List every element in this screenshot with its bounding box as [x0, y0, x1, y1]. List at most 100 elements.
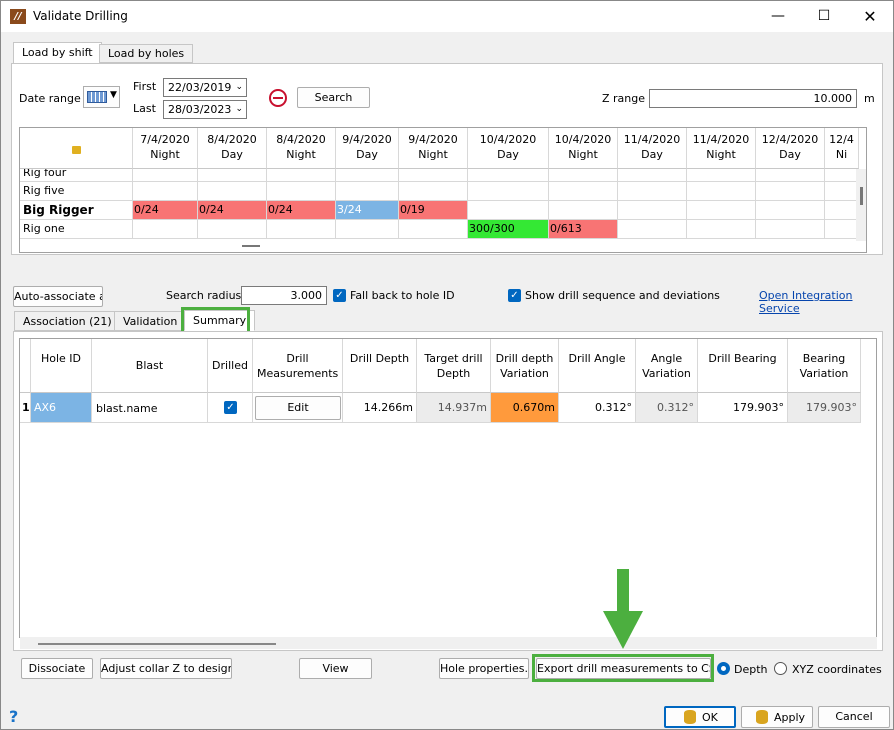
- search-button[interactable]: Search: [297, 87, 370, 108]
- tab-load-by-holes[interactable]: Load by holes: [99, 44, 194, 63]
- first-date-input[interactable]: 22/03/2019 ⌄: [163, 78, 247, 97]
- shift-cell[interactable]: 0/24: [267, 201, 336, 220]
- z-range-input[interactable]: 10.000: [649, 89, 857, 108]
- shift-column-header[interactable]: 9/4/2020 Day: [336, 128, 399, 169]
- summary-column-header[interactable]: Drill Measurements: [253, 339, 343, 393]
- shift-cell[interactable]: 0/613: [549, 220, 618, 239]
- shift-cell[interactable]: [336, 169, 399, 182]
- shift-cell[interactable]: [825, 220, 859, 239]
- summary-column-header[interactable]: Drill depth Variation: [491, 339, 559, 393]
- shift-cell[interactable]: [267, 182, 336, 201]
- help-icon[interactable]: ?: [9, 707, 18, 726]
- shift-cell[interactable]: [468, 169, 549, 182]
- shift-cell[interactable]: [198, 220, 267, 239]
- shift-cell[interactable]: [549, 201, 618, 220]
- shift-cell[interactable]: [399, 220, 468, 239]
- cancel-button[interactable]: Cancel: [818, 706, 890, 728]
- shift-cell[interactable]: 300/300: [468, 220, 549, 239]
- tab-association[interactable]: Association (21): [14, 311, 121, 331]
- shift-cell[interactable]: [267, 220, 336, 239]
- shift-cell[interactable]: [618, 169, 687, 182]
- summary-column-header[interactable]: Bearing Variation: [788, 339, 861, 393]
- shift-cell[interactable]: [687, 201, 756, 220]
- shift-column-header[interactable]: 12/4/2020 Day: [756, 128, 825, 169]
- show-sequence-checkbox[interactable]: ✓: [508, 289, 521, 302]
- shift-cell[interactable]: 3/24: [336, 201, 399, 220]
- shift-cell[interactable]: [198, 169, 267, 182]
- shift-cell[interactable]: [399, 182, 468, 201]
- tab-validation[interactable]: Validation: [114, 311, 187, 331]
- open-integration-link[interactable]: Open Integration Service: [759, 289, 893, 315]
- drilled-checkbox[interactable]: ✓: [224, 401, 237, 414]
- shift-column-header[interactable]: 7/4/2020 Night: [133, 128, 198, 169]
- summary-column-header[interactable]: Angle Variation: [636, 339, 698, 393]
- shift-cell[interactable]: 0/19: [399, 201, 468, 220]
- fallback-checkbox[interactable]: ✓: [333, 289, 346, 302]
- summary-column-header[interactable]: Drill Angle: [559, 339, 636, 393]
- maximize-icon[interactable]: ☐: [801, 1, 847, 32]
- search-radius-input[interactable]: 3.000: [241, 286, 327, 305]
- shift-cell[interactable]: [133, 182, 198, 201]
- shift-column-header[interactable]: 11/4/2020 Night: [687, 128, 756, 169]
- summary-column-header[interactable]: Target drill Depth: [417, 339, 491, 393]
- edit-button[interactable]: Edit: [255, 396, 341, 420]
- shift-cell[interactable]: [687, 169, 756, 182]
- summary-column-header[interactable]: Hole ID: [31, 339, 92, 393]
- summary-column-header[interactable]: Drill Bearing: [698, 339, 788, 393]
- shift-cell[interactable]: [198, 182, 267, 201]
- shift-cell[interactable]: [756, 169, 825, 182]
- hole-id-cell[interactable]: AX6: [31, 393, 92, 423]
- shift-column-header[interactable]: 11/4/2020 Day: [618, 128, 687, 169]
- shift-column-header[interactable]: 10/4/2020 Day: [468, 128, 549, 169]
- xyz-radio[interactable]: [774, 662, 787, 675]
- summary-column-header[interactable]: Drilled: [208, 339, 253, 393]
- ok-button[interactable]: OK: [664, 706, 736, 728]
- shift-cell[interactable]: [549, 182, 618, 201]
- shift-cell[interactable]: [549, 169, 618, 182]
- adjust-collar-button[interactable]: Adjust collar Z to design...: [100, 658, 232, 679]
- shift-cell[interactable]: [468, 182, 549, 201]
- shift-cell[interactable]: [825, 182, 859, 201]
- shift-column-header[interactable]: 9/4/2020 Night: [399, 128, 468, 169]
- shift-cell[interactable]: [687, 182, 756, 201]
- shift-cell[interactable]: [756, 201, 825, 220]
- calendar-picker[interactable]: ▼: [83, 86, 120, 108]
- drill-bearing-cell[interactable]: 179.903°: [698, 393, 788, 423]
- drill-angle-cell[interactable]: 0.312°: [559, 393, 636, 423]
- minimize-icon[interactable]: —: [755, 1, 801, 32]
- shift-cell[interactable]: [336, 182, 399, 201]
- close-icon[interactable]: ✕: [847, 1, 893, 32]
- grid-resize-handle[interactable]: [242, 245, 260, 247]
- shift-column-header[interactable]: 8/4/2020 Day: [198, 128, 267, 169]
- summary-hscroll[interactable]: [20, 637, 877, 649]
- drill-depth-cell[interactable]: 14.266m: [343, 393, 417, 423]
- shift-cell[interactable]: [687, 220, 756, 239]
- auto-associate-all-button[interactable]: Auto-associate all: [13, 286, 103, 307]
- last-date-input[interactable]: 28/03/2023 ⌄: [163, 100, 247, 119]
- clear-dates-icon[interactable]: [269, 89, 287, 107]
- shift-cell[interactable]: [618, 220, 687, 239]
- blast-cell[interactable]: blast.name: [92, 393, 208, 423]
- shift-cell[interactable]: [133, 169, 198, 182]
- shift-cell[interactable]: [133, 220, 198, 239]
- shift-column-header[interactable]: 12/4 Ni: [825, 128, 859, 169]
- dissociate-button[interactable]: Dissociate: [21, 658, 93, 679]
- summary-column-header[interactable]: Blast: [92, 339, 208, 393]
- shift-cell[interactable]: [336, 220, 399, 239]
- depth-radio[interactable]: [717, 662, 730, 675]
- tab-load-by-shift[interactable]: Load by shift: [13, 42, 102, 64]
- shift-cell[interactable]: [468, 201, 549, 220]
- summary-hscroll-thumb[interactable]: [38, 643, 276, 645]
- shift-cell[interactable]: [825, 201, 859, 220]
- apply-button[interactable]: Apply: [741, 706, 813, 728]
- shift-cell[interactable]: 0/24: [198, 201, 267, 220]
- shift-column-header[interactable]: 8/4/2020 Night: [267, 128, 336, 169]
- shift-cell[interactable]: [267, 169, 336, 182]
- shift-column-header[interactable]: 10/4/2020 Night: [549, 128, 618, 169]
- shift-cell[interactable]: [756, 220, 825, 239]
- shift-cell[interactable]: [618, 182, 687, 201]
- summary-column-header[interactable]: Drill Depth: [343, 339, 417, 393]
- hole-properties-button[interactable]: Hole properties...: [439, 658, 529, 679]
- view-button[interactable]: View: [299, 658, 372, 679]
- shift-cell[interactable]: [618, 201, 687, 220]
